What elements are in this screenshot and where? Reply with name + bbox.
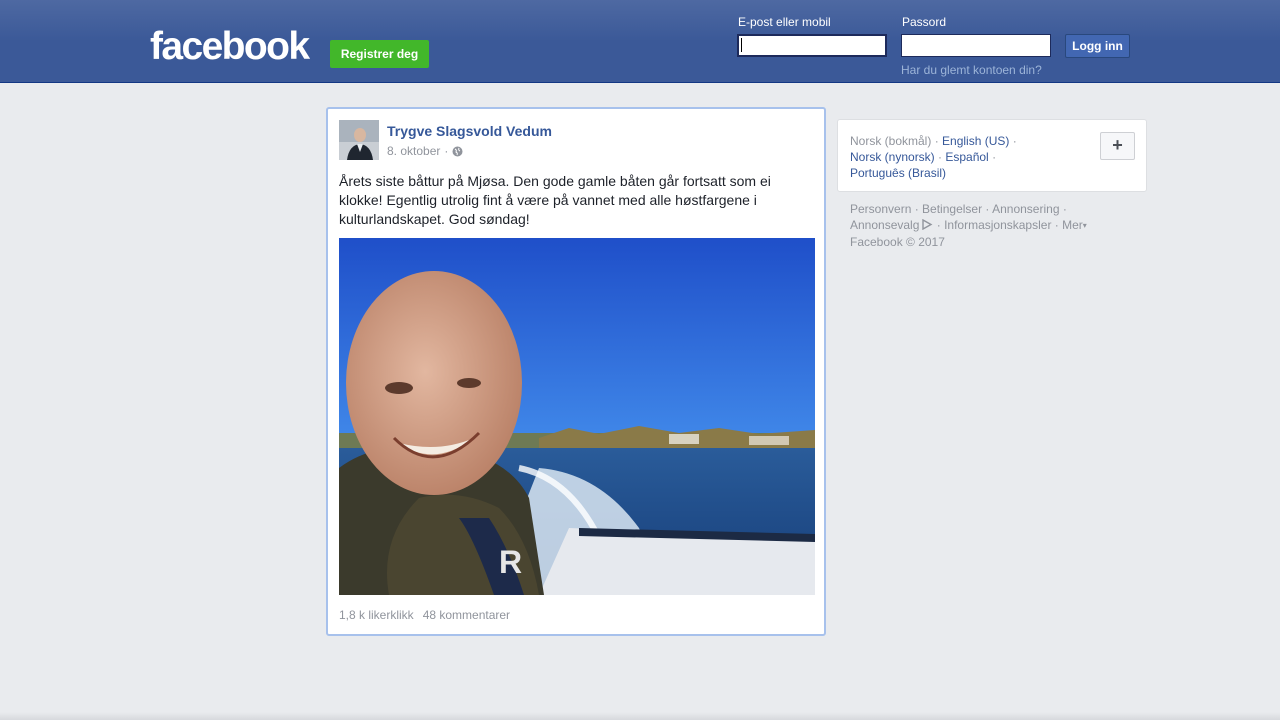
meta-separator: · [444,144,449,158]
ad-choices-link[interactable]: Annonsevalg [850,218,919,232]
current-language: Norsk (bokmål) [850,134,932,148]
language-selector: Norsk (bokmål) · English (US) · Norsk (n… [837,119,1147,192]
post-date[interactable]: 8. oktober [387,144,440,158]
post-text: Årets siste båttur på Mjøsa. Den gode ga… [339,173,771,227]
terms-link[interactable]: Betingelser [922,202,982,216]
top-bar: facebook Registrer deg E-post eller mobi… [0,0,1280,83]
post-author-link[interactable]: Trygve Slagsvold Vedum [387,123,552,139]
language-norsk-nynorsk[interactable]: Norsk (nynorsk) [850,150,935,164]
cookies-link[interactable]: Informasjonskapsler [944,218,1051,232]
facebook-logo[interactable]: facebook [150,26,310,68]
comments-count[interactable]: 48 kommentarer [423,608,510,622]
more-languages-button[interactable]: + [1100,132,1135,160]
language-english-us[interactable]: English (US) [942,134,1009,148]
language-list: Norsk (bokmål) · English (US) · Norsk (n… [850,134,1017,180]
footer-links: Personvern · Betingelser · Annonsering ·… [850,202,1087,249]
login-button[interactable]: Logg inn [1065,34,1130,58]
globe-icon [452,146,463,157]
ad-choices-icon [921,218,933,231]
post-card: Trygve Slagsvold Vedum 8. oktober · Året… [326,107,826,636]
caret-down-icon: ▾ [1082,221,1087,230]
register-button[interactable]: Registrer deg [330,40,429,68]
language-portugues-brasil[interactable]: Português (Brasil) [850,166,946,180]
copyright: Facebook © 2017 [850,235,945,249]
email-field[interactable] [737,34,887,57]
text-caret [741,38,742,52]
advertising-link[interactable]: Annonsering [992,202,1059,216]
post-stats: 1,8 k likerklikk 48 kommentarer [339,608,519,622]
more-link[interactable]: Mer▾ [1062,218,1087,232]
plus-icon: + [1112,135,1123,155]
forgot-account-link[interactable]: Har du glemt kontoen din? [901,63,1042,77]
avatar[interactable] [339,120,379,160]
more-label: Mer [1062,218,1083,232]
privacy-link[interactable]: Personvern [850,202,911,216]
post-photo[interactable]: R [339,238,815,595]
page-bottom-edge [0,712,1280,720]
svg-text:R: R [499,544,522,580]
likes-count[interactable]: 1,8 k likerklikk [339,608,414,622]
password-field[interactable] [901,34,1051,57]
post-meta: 8. oktober · [387,144,463,158]
password-label: Passord [902,15,947,29]
email-label: E-post eller mobil [738,15,831,29]
language-espanol[interactable]: Español [945,150,988,164]
